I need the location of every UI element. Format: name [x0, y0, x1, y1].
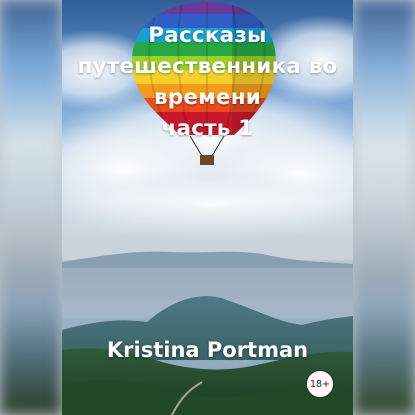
title-line-3: времени: [153, 85, 262, 110]
title-line-1: Рассказы: [148, 23, 267, 48]
book-cover: Рассказы путешественника во времени част…: [0, 0, 415, 415]
title-line-2: путешественника во: [77, 54, 338, 79]
blurred-left-edge: [0, 0, 62, 415]
book-title: Рассказы путешественника во времени част…: [62, 20, 353, 144]
title-line-4: часть 1: [161, 116, 254, 141]
book-author: Kristina Portman: [106, 338, 309, 362]
age-rating-badge: 18+: [306, 370, 334, 398]
blurred-right-edge: [353, 0, 415, 415]
